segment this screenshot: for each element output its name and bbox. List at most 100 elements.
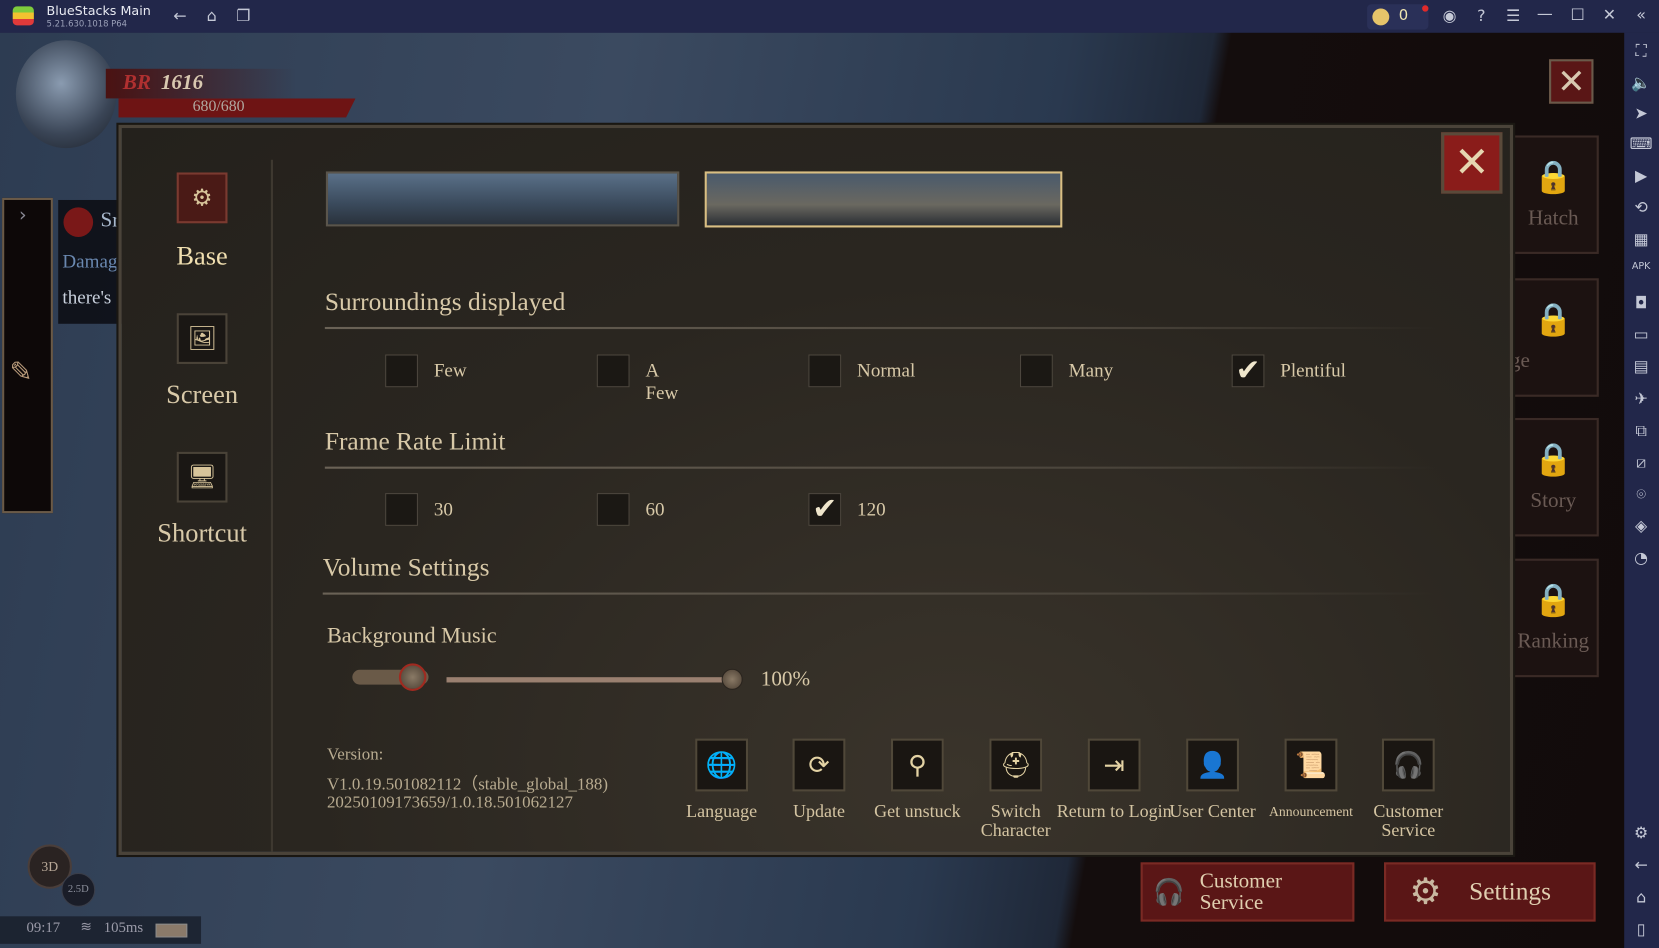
dialog-close-button[interactable]: ✕ [1441,132,1503,194]
nav-shortcut-label[interactable]: Shortcut [117,520,286,550]
checkbox-surroundings[interactable] [596,354,630,388]
multi-instance-icon[interactable]: ❐ [231,6,256,25]
checkbox-surroundings[interactable]: ✔ [1231,354,1265,388]
unstuck-button[interactable]: ⚲ [890,738,944,792]
pointer-icon[interactable]: ➤ [1628,104,1653,123]
location-icon[interactable]: ⌾ [1628,485,1653,504]
eco-mode-icon[interactable]: ◔ [1628,548,1653,567]
lock-icon: 🔒 [1533,158,1574,196]
switch-character-button[interactable]: ⛑ [989,738,1043,792]
checkbox-label[interactable]: Plentiful [1280,360,1346,382]
recent-apps-icon[interactable]: ▯ [1628,919,1653,938]
nav-base-button[interactable]: ⚙ [176,172,228,224]
view-25d-toggle[interactable]: 2.5D [61,872,96,907]
multi-window-icon[interactable]: ⧉ [1628,421,1653,440]
nav-base-label[interactable]: Base [117,242,286,272]
home-icon[interactable]: ⌂ [199,6,224,25]
settings-dialog: ⚙ Base 🖼 Screen 🖥 Shortcut Surroundings … [117,124,1514,855]
title-bar: BlueStacks Main 5.21.630.1018 P64 ← ⌂ ❐ … [0,0,1659,33]
ping: 105ms [103,920,144,937]
checkbox-surroundings[interactable] [385,354,418,388]
rotate-icon[interactable]: ⟲ [1628,198,1653,217]
nav-shortcut-button[interactable]: 🖥 [176,451,228,503]
scroll-icon: 📜 [1295,750,1327,780]
menu-story-locked[interactable]: 🔒 Story [1507,417,1599,537]
fullscreen-icon[interactable]: ⛶ [1628,41,1653,60]
player-avatar[interactable] [15,40,117,149]
checkbox-frame_rate[interactable]: ✔ [808,493,842,526]
quality-preset-thumbnail[interactable] [325,171,680,227]
record-icon[interactable]: ▭ [1628,325,1653,344]
close-window-icon[interactable]: ✕ [1597,5,1622,24]
refresh-icon: ⟳ [808,750,830,780]
bluestacks-sidebar: ⛶ 🔈 ➤ ⌨ ▶ ⟲ ▦ APK ◘ ▭ ▤ ✈ ⧉ ⧄ ⌾ ◈ ◔ ⚙ ← … [1624,32,1659,948]
checkbox-surroundings[interactable] [1020,354,1053,388]
left-expand-panel[interactable]: › ✎ [2,197,53,514]
action-label[interactable]: Customer Service [1350,802,1466,840]
nav-screen-button[interactable]: 🖼 [176,313,228,364]
menu-locked[interactable]: 🔒 ge [1507,278,1599,397]
maximize-icon[interactable]: ☐ [1565,5,1590,24]
volume-mute-icon[interactable]: 🔈 [1628,73,1653,92]
checkbox-label[interactable]: A Few [645,360,678,404]
checkbox-label[interactable]: 120 [857,498,886,520]
checkbox-label[interactable]: Normal [857,360,915,382]
media-folder-icon[interactable]: ▤ [1628,357,1653,376]
checkbox-surroundings[interactable] [808,354,842,388]
performance-icon[interactable]: ▦ [1628,230,1653,249]
notification-dot [1422,5,1429,12]
surroundings-title: Surroundings displayed [324,288,566,317]
checkbox-frame_rate[interactable] [596,493,630,526]
user-icon: 👤 [1196,750,1229,780]
checkbox-frame_rate[interactable] [385,493,418,526]
checkbox-label[interactable]: Many [1069,360,1113,382]
menu-ranking-locked[interactable]: 🔒 Ranking [1507,558,1599,678]
user-button[interactable]: 👤 [1186,738,1240,792]
macro-play-icon[interactable]: ▶ [1628,166,1653,185]
chat-line: there's [62,286,112,308]
back-icon[interactable]: ← [167,6,192,25]
view-3d-label: 3D [41,858,59,874]
hp-value: 680/680 [192,98,245,116]
screenshot-icon[interactable]: ◘ [1628,293,1653,312]
app-title: BlueStacks Main [46,3,151,18]
minimize-icon[interactable]: — [1532,4,1557,23]
settings-gear-icon[interactable]: ⚙ [1628,823,1653,842]
settings-button[interactable]: ⚙ Settings [1383,862,1596,922]
app-version: 5.21.630.1018 P64 [46,19,128,29]
help-icon[interactable]: ? [1469,6,1494,25]
collapse-sidebar-icon[interactable]: « [1628,5,1653,24]
quality-preset-thumbnail-selected[interactable] [704,171,1063,228]
customer-service-button[interactable]: 🎧 Customer Service [1140,862,1355,922]
chat-panel[interactable]: Sr Damag there's [58,199,124,324]
bgm-slider-handle[interactable] [721,668,743,690]
status-bar: 09:17 ≋ 105ms [0,916,202,944]
divider [322,592,1434,595]
checkbox-label[interactable]: Few [434,360,467,382]
keyboard-icon[interactable]: ⌨ [1628,134,1653,153]
checkbox-label[interactable]: 60 [645,498,664,520]
scroll-button[interactable]: 📜 [1284,738,1338,792]
android-back-icon[interactable]: ← [1628,855,1653,874]
layers-icon[interactable]: ◈ [1628,516,1653,535]
outer-close-button[interactable]: ✕ [1549,59,1594,104]
logout-button[interactable]: ⇥ [1087,738,1141,792]
android-home-icon[interactable]: ⌂ [1628,888,1653,907]
airplane-icon[interactable]: ✈ [1628,389,1653,408]
apk-icon[interactable]: APK [1628,261,1653,272]
nav-screen-label[interactable]: Screen [117,381,286,411]
bgm-mute-toggle[interactable] [352,663,429,691]
menu-hatch-locked[interactable]: 🔒 Hatch [1507,135,1599,254]
quest-log-icon[interactable]: ✎ [10,357,33,389]
headset-button[interactable]: 🎧 [1381,738,1435,792]
coin-counter[interactable]: 0 [1367,4,1429,30]
menu-icon[interactable]: ☰ [1500,6,1525,25]
account-icon[interactable]: ◉ [1437,6,1462,25]
language-button[interactable]: 🌐 [695,738,749,792]
checkbox-label[interactable]: 30 [434,498,453,520]
refresh-button[interactable]: ⟳ [792,738,846,792]
build-line: 20250109173659/1.0.18.501062127 [326,793,573,812]
expand-arrow-icon[interactable]: › [19,204,27,226]
bgm-slider-track[interactable] [446,677,733,683]
shake-icon[interactable]: ⧄ [1628,453,1653,472]
